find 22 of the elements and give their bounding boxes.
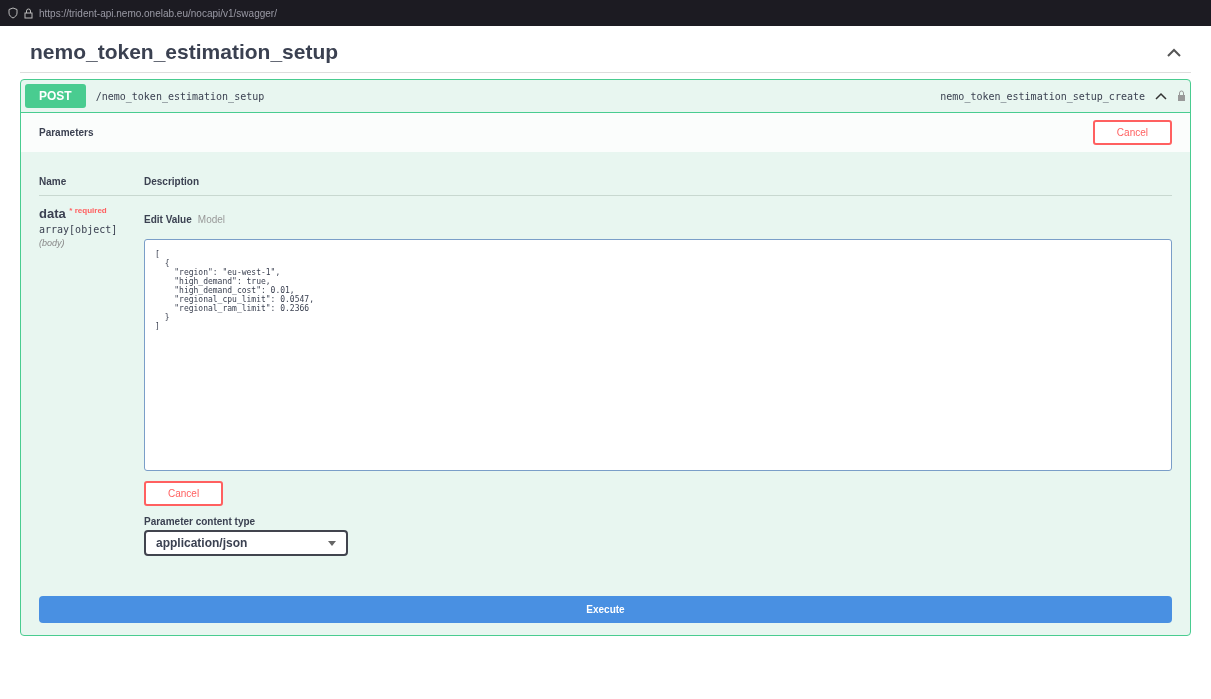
parameter-location: (body) — [39, 238, 66, 248]
parameter-name: data * required — [39, 206, 108, 221]
section-title[interactable]: nemo_token_estimation_setup — [30, 40, 339, 64]
lock-icon[interactable] — [1177, 90, 1186, 102]
operation-id: nemo_token_estimation_setup_create — [940, 90, 1145, 102]
method-badge: POST — [25, 84, 86, 108]
lock-icon — [24, 7, 33, 19]
address-bar-url[interactable]: https://trident-api.nemo.onelab.eu/nocapi/v1/swagger/ — [39, 7, 277, 19]
execute-button[interactable]: Execute — [39, 596, 1172, 623]
caret-icon — [328, 540, 336, 546]
chevron-icon[interactable] — [1155, 92, 1167, 100]
shield-icon — [8, 7, 18, 19]
chevron-icon[interactable] — [1167, 47, 1181, 57]
endpoint-path: /nemo_token_estimation_setup — [95, 90, 265, 102]
column-header: Name — [39, 176, 68, 187]
parameters-heading: Parameters — [39, 127, 94, 138]
value-tab[interactable]: Edit Value — [144, 214, 192, 225]
json-editor[interactable]: [ { "region": "eu-west-1", "high_demand": true, "high_demand_cost": 0.01, "regional_cpu_limit": 0.0547, "regional_ram_limit": 0.2366 } ] — [144, 239, 1172, 471]
column-header: Description — [144, 176, 200, 187]
parameter-type: array[object] — [39, 224, 119, 235]
content-type-select[interactable]: application/json — [144, 530, 348, 556]
content-type-label: Parameter content type — [144, 516, 257, 527]
